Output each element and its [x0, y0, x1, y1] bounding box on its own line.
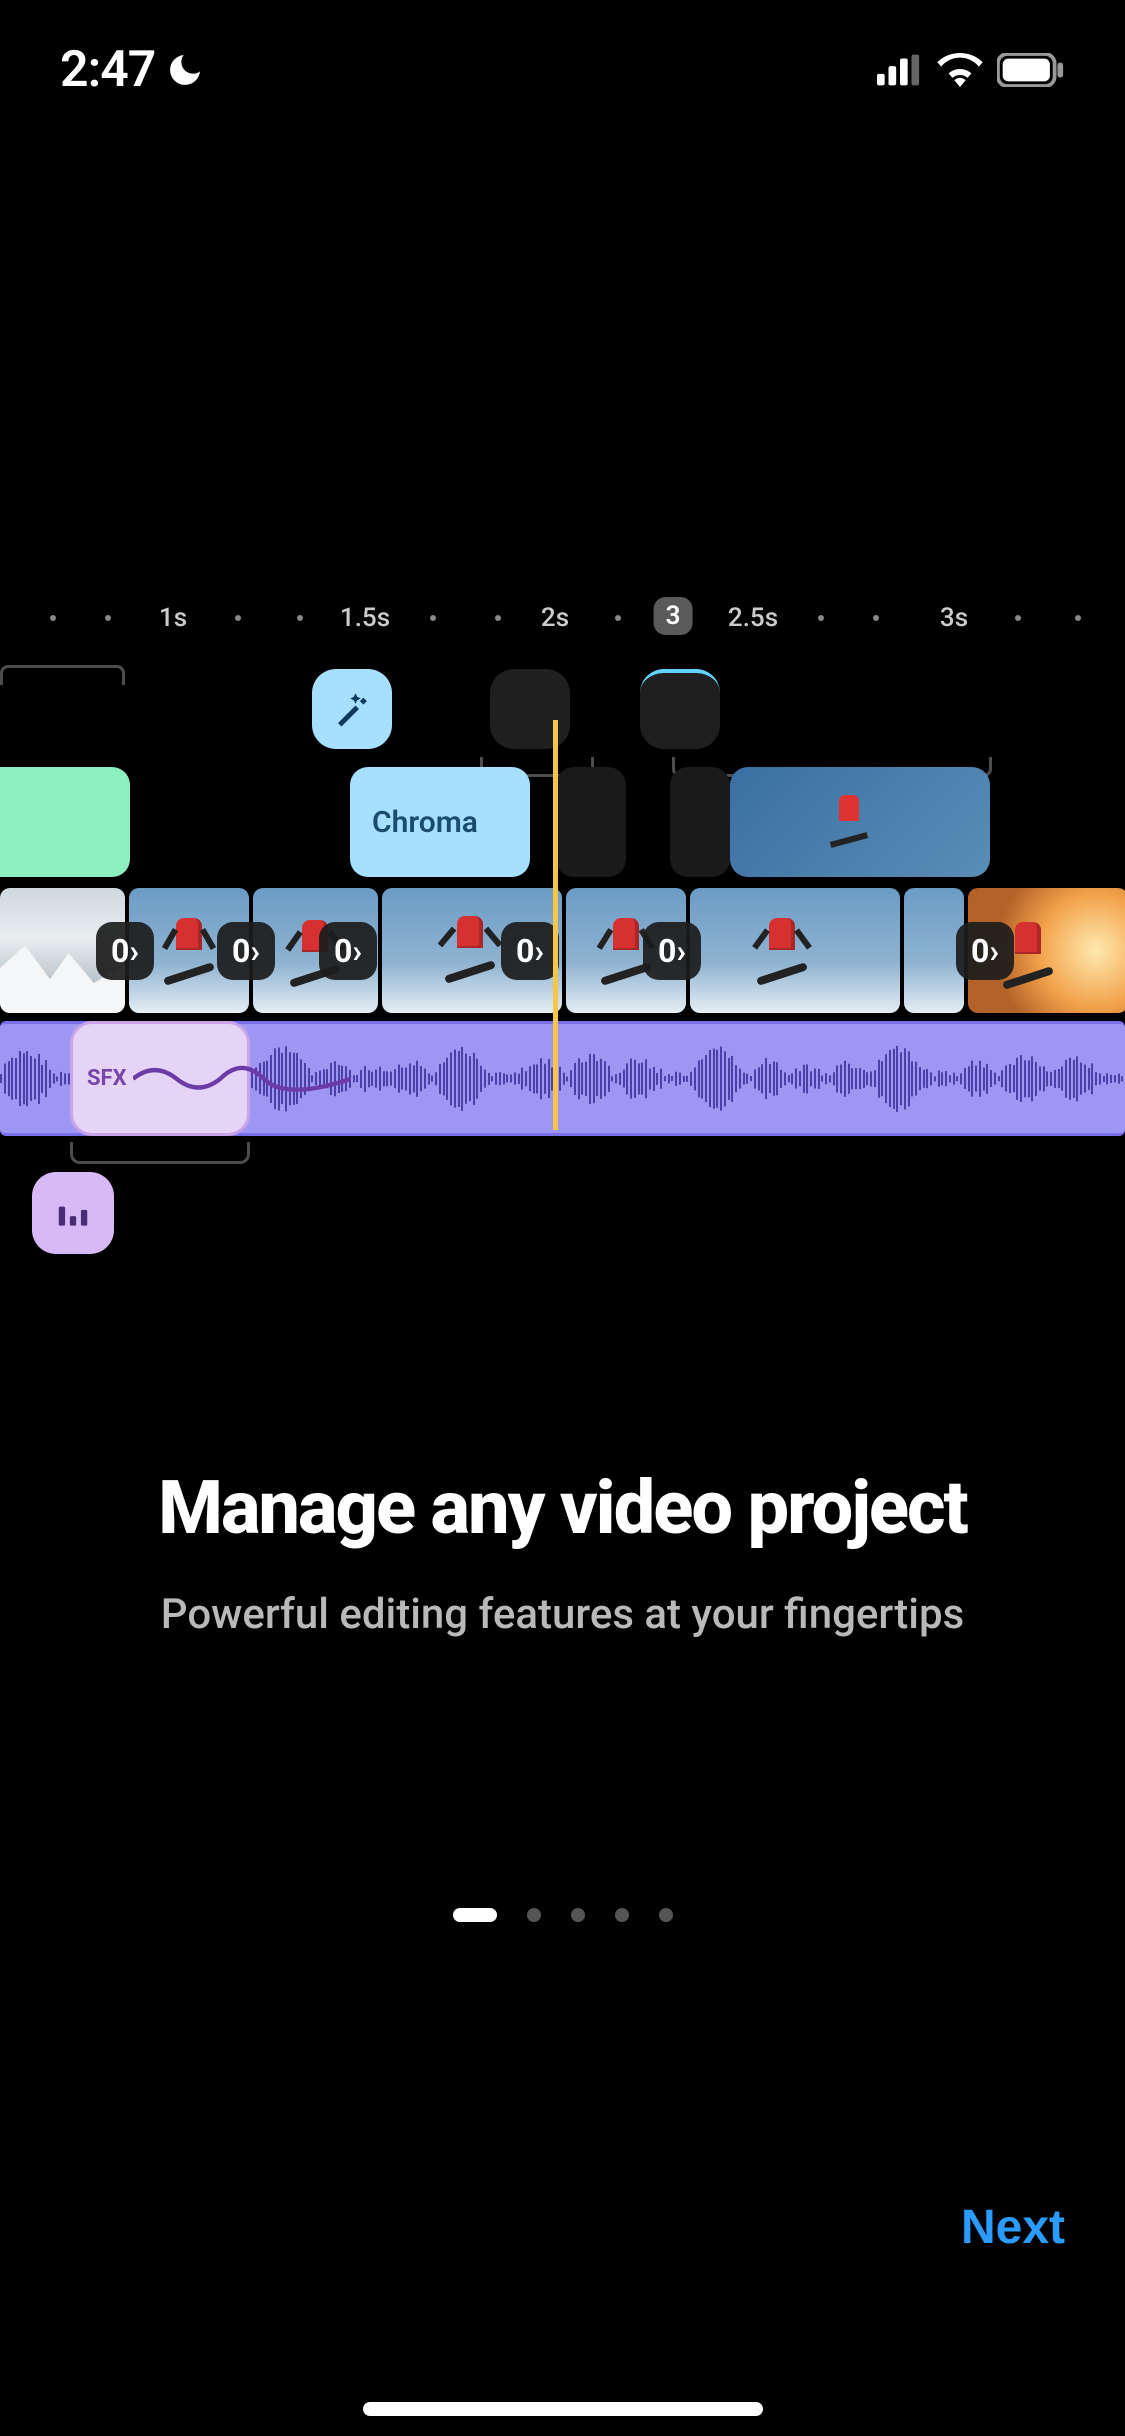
- overlay-clip-empty[interactable]: [670, 767, 730, 877]
- ruler-label: 2.5s: [728, 603, 778, 633]
- transition-marker[interactable]: 0›: [319, 922, 377, 980]
- ruler-label: 2s: [541, 603, 569, 633]
- transition-marker[interactable]: 0›: [643, 922, 701, 980]
- timeline[interactable]: 1s 1.5s 2s 3 2.5s 3s: [0, 615, 1125, 1272]
- audio-track[interactable]: SFX: [0, 1021, 1125, 1136]
- transition-marker[interactable]: 0›: [217, 922, 275, 980]
- sfx-clip[interactable]: SFX: [70, 1021, 250, 1136]
- magic-effect-bubble[interactable]: [312, 669, 392, 749]
- sfx-clip-label: SFX: [87, 1066, 127, 1091]
- transition-marker[interactable]: 0›: [96, 922, 154, 980]
- onboarding-subtitle: Powerful editing features at your finger…: [60, 1590, 1065, 1639]
- equalizer-bubble[interactable]: [32, 1172, 114, 1254]
- overlay-clip-label: Chroma: [372, 805, 478, 840]
- effect-slot[interactable]: [640, 669, 720, 749]
- wifi-icon: [937, 53, 983, 87]
- video-track[interactable]: 0› 0› 0› 0› 0› 0›: [0, 888, 1125, 1013]
- transition-marker[interactable]: 0›: [956, 922, 1014, 980]
- overlay-clip-video[interactable]: [730, 767, 990, 877]
- onboarding-panel: Manage any video project Powerful editin…: [0, 1470, 1125, 1639]
- moon-icon: [165, 50, 205, 90]
- ruler-frame-badge: 3: [654, 597, 693, 635]
- ruler-label: 1s: [159, 603, 187, 633]
- effect-slot[interactable]: [490, 669, 570, 749]
- transition-marker[interactable]: 0›: [501, 922, 559, 980]
- ruler-label: 3s: [940, 603, 968, 633]
- overlay-track[interactable]: Chroma: [0, 767, 1125, 882]
- overlay-clip-empty[interactable]: [556, 767, 626, 877]
- equalizer-icon: [54, 1194, 92, 1232]
- page-indicator[interactable]: [0, 1908, 1125, 1922]
- page-dot[interactable]: [659, 1908, 673, 1922]
- page-dot[interactable]: [571, 1908, 585, 1922]
- video-frame[interactable]: [690, 888, 900, 1013]
- status-time: 2:47: [60, 41, 155, 99]
- page-dot[interactable]: [615, 1908, 629, 1922]
- magic-wand-icon: [331, 688, 373, 730]
- overlay-clip-green[interactable]: [0, 767, 130, 877]
- video-frame[interactable]: [904, 888, 964, 1013]
- next-button[interactable]: Next: [961, 2200, 1065, 2255]
- cellular-icon: [877, 53, 923, 87]
- page-dot[interactable]: [527, 1908, 541, 1922]
- onboarding-title: Manage any video project: [60, 1470, 1065, 1548]
- overlay-clip-chroma[interactable]: Chroma: [350, 767, 530, 877]
- page-dot[interactable]: [453, 1908, 497, 1922]
- timeline-ruler[interactable]: 1s 1.5s 2s 3 2.5s 3s: [0, 615, 1125, 655]
- ruler-label: 1.5s: [340, 603, 390, 633]
- battery-icon: [997, 53, 1065, 87]
- timeline-playhead[interactable]: [553, 720, 558, 1130]
- home-indicator[interactable]: [363, 2402, 763, 2416]
- status-bar: 2:47: [0, 0, 1125, 140]
